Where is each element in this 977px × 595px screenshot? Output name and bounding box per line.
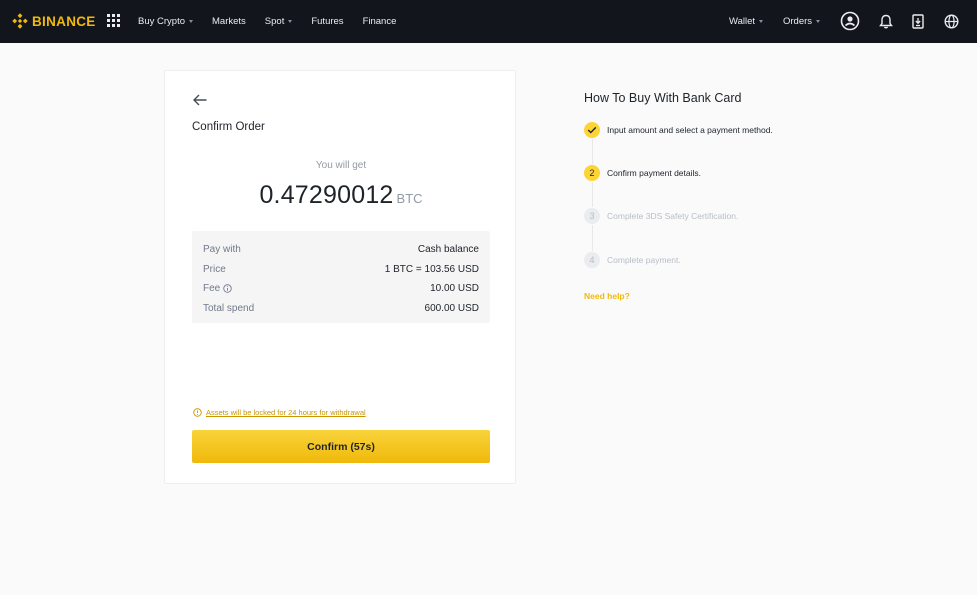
withdrawal-lock-note[interactable]: Assets will be locked for 24 hours for w… (193, 408, 366, 417)
apps-grid-icon[interactable] (107, 14, 120, 27)
step-number: 2 (584, 165, 600, 181)
info-icon[interactable] (223, 283, 232, 293)
step-1: Input amount and select a payment method… (584, 122, 773, 138)
step-4: 4 Complete payment. (584, 252, 681, 268)
detail-row-price: Price 1 BTC = 103.56 USD (203, 263, 479, 275)
step-connector (592, 182, 593, 207)
confirm-button[interactable]: Confirm (57s) (192, 430, 490, 463)
warning-icon (193, 408, 202, 417)
nav-spot[interactable]: Spot (265, 16, 293, 27)
step-number: 3 (584, 208, 600, 224)
nav-markets[interactable]: Markets (212, 16, 246, 27)
bell-icon[interactable] (876, 11, 896, 31)
confirm-order-card: Confirm Order You will get 0.47290012 BTC… (164, 70, 516, 484)
detail-row-fee: Fee 10.00 USD (203, 282, 479, 294)
nav-buy-crypto[interactable]: Buy Crypto (138, 16, 193, 27)
chevron-down-icon (816, 20, 821, 23)
main-menu: Buy Crypto Markets Spot Futures Finance (138, 0, 415, 43)
detail-row-pay-with: Pay with Cash balance (203, 243, 479, 255)
user-account-icon[interactable] (840, 11, 860, 31)
amount-value: 0.47290012 (259, 181, 394, 209)
need-help-link[interactable]: Need help? (584, 291, 630, 301)
chevron-down-icon (759, 20, 764, 23)
step-connector (592, 225, 593, 251)
page-title: Confirm Order (192, 121, 265, 133)
binance-logo-icon (12, 13, 28, 29)
amount-unit: BTC (396, 191, 423, 206)
download-app-icon[interactable] (908, 11, 928, 31)
nav-wallet[interactable]: Wallet (729, 0, 764, 43)
back-arrow-icon[interactable] (192, 93, 208, 107)
chevron-down-icon (288, 20, 293, 23)
nav-futures[interactable]: Futures (311, 16, 343, 27)
nav-finance[interactable]: Finance (363, 16, 397, 27)
step-connector (592, 139, 593, 164)
step-2: 2 Confirm payment details. (584, 165, 701, 181)
chevron-down-icon (189, 20, 193, 23)
receive-amount: 0.47290012 BTC (165, 181, 517, 210)
step-number: 4 (584, 252, 600, 268)
globe-icon[interactable] (941, 11, 961, 31)
nav-orders[interactable]: Orders (783, 0, 821, 43)
brand-name: BINANCE (32, 13, 96, 29)
order-details: Pay with Cash balance Price 1 BTC = 103.… (192, 231, 490, 323)
binance-logo[interactable]: BINANCE (12, 12, 96, 30)
you-will-get-label: You will get (315, 160, 367, 171)
step-3: 3 Complete 3DS Safety Certification. (584, 208, 738, 224)
detail-row-total-spend: Total spend 600.00 USD (203, 302, 479, 314)
howto-title: How To Buy With Bank Card (584, 91, 742, 105)
checkmark-icon (584, 122, 600, 138)
top-navbar: BINANCE Buy Crypto Markets Spot Futures … (0, 0, 977, 43)
